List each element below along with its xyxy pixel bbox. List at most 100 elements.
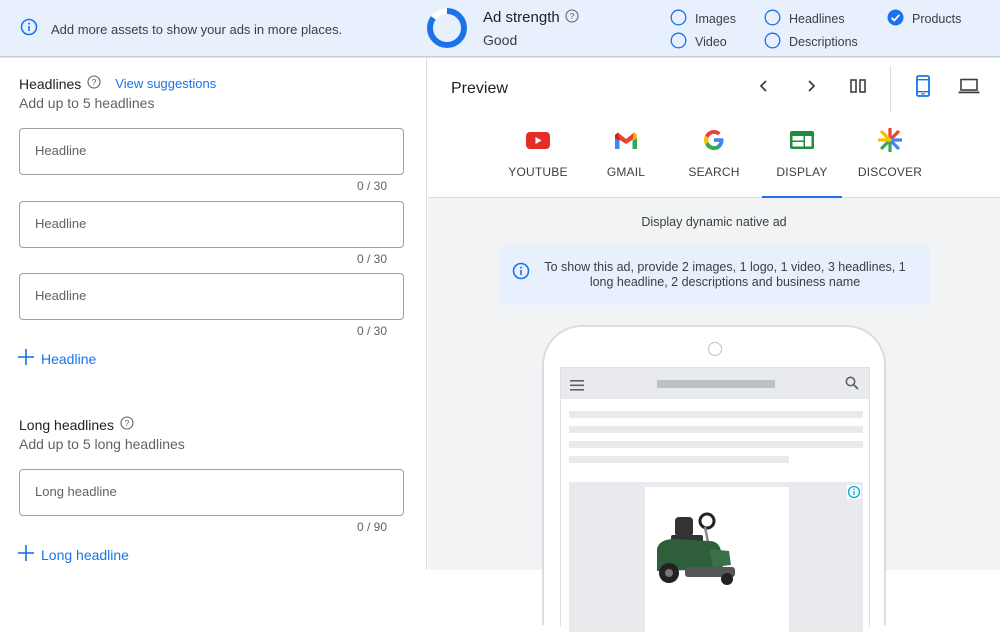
desktop-view-button[interactable] xyxy=(955,74,983,102)
svg-text:?: ? xyxy=(92,77,97,87)
headline-input[interactable] xyxy=(35,216,385,231)
add-headline-button[interactable]: Headline xyxy=(18,349,96,368)
next-button[interactable] xyxy=(797,74,825,102)
url-bar-placeholder xyxy=(657,380,775,388)
info-icon xyxy=(20,18,38,41)
mobile-view-button[interactable] xyxy=(909,74,937,102)
ad-strength-value: Good xyxy=(483,31,518,48)
help-icon[interactable]: ? xyxy=(120,416,134,433)
tab-label: SEARCH xyxy=(688,165,740,179)
tab-display[interactable]: DISPLAY xyxy=(758,120,846,198)
checked-circle-icon xyxy=(887,9,904,29)
checklist-item-images: Images xyxy=(670,9,736,29)
ad-strength-banner: Add more assets to show your ads in more… xyxy=(0,0,1000,57)
checklist-label: Products xyxy=(912,12,962,26)
phone-camera xyxy=(708,342,722,356)
tab-search[interactable]: SEARCH xyxy=(670,120,758,198)
unchecked-circle-icon xyxy=(764,32,781,52)
tab-gmail[interactable]: GMAIL xyxy=(582,120,670,198)
character-counter: 0 / 30 xyxy=(356,179,387,193)
content-placeholder-line xyxy=(569,441,863,448)
tab-youtube[interactable]: YOUTUBE xyxy=(494,120,582,198)
chevron-right-icon xyxy=(806,79,816,98)
ad-strength-title: Ad strength xyxy=(483,9,560,26)
info-message: Add more assets to show your ads in more… xyxy=(20,18,342,41)
toolbar-divider xyxy=(890,66,891,111)
tab-label: DISPLAY xyxy=(776,165,828,179)
add-long-headline-button[interactable]: Long headline xyxy=(18,545,129,564)
hamburger-menu-icon xyxy=(570,378,584,396)
checklist-label: Descriptions xyxy=(789,35,858,49)
checklist-item-headlines: Headlines xyxy=(764,9,845,29)
headline-input[interactable] xyxy=(35,288,385,303)
compare-view-button[interactable] xyxy=(844,74,872,102)
headline-input[interactable] xyxy=(35,143,385,158)
asset-checklist: Images Video Headlines Descriptions Prod… xyxy=(670,7,1000,51)
long-headlines-title: Long headlines xyxy=(19,416,114,433)
checklist-label: Images xyxy=(695,12,736,26)
info-message-text: Add more assets to show your ads in more… xyxy=(51,22,343,37)
svg-text:?: ? xyxy=(125,418,130,428)
checklist-label: Headlines xyxy=(789,12,845,26)
plus-icon xyxy=(18,545,34,564)
discover-icon xyxy=(878,128,902,152)
headline-field-1[interactable] xyxy=(19,128,404,175)
headline-field-2[interactable] xyxy=(19,201,404,248)
youtube-icon xyxy=(526,128,550,152)
laptop-icon xyxy=(958,78,980,99)
tab-label: DISCOVER xyxy=(857,165,923,179)
checklist-item-products: Products xyxy=(887,9,961,29)
unchecked-circle-icon xyxy=(764,9,781,29)
unchecked-circle-icon xyxy=(670,32,687,52)
tab-label: GMAIL xyxy=(606,165,646,179)
product-image xyxy=(645,487,789,632)
plus-icon xyxy=(18,349,34,368)
phone-icon xyxy=(916,74,930,102)
checklist-item-video: Video xyxy=(670,32,727,52)
preview-title: Preview xyxy=(451,80,508,97)
long-headline-input[interactable] xyxy=(35,484,385,499)
content-placeholder-line xyxy=(569,426,863,433)
gmail-icon xyxy=(615,128,637,152)
mobile-device-frame xyxy=(542,325,886,632)
long-headlines-subtitle: Add up to 5 long headlines xyxy=(19,436,185,452)
chevron-left-icon xyxy=(759,79,769,98)
content-placeholder-line xyxy=(569,456,789,463)
help-icon[interactable]: ? xyxy=(87,75,101,92)
view-suggestions-link[interactable]: View suggestions xyxy=(115,76,216,91)
native-ad-preview xyxy=(569,482,863,632)
headlines-title: Headlines xyxy=(19,75,82,92)
long-headlines-section-title: Long headlines ? xyxy=(19,416,134,433)
ad-choices-icon[interactable] xyxy=(847,485,861,504)
content-placeholder-line xyxy=(569,411,863,418)
ad-strength-ring xyxy=(427,8,467,48)
help-icon[interactable]: ? xyxy=(565,8,579,27)
add-long-headline-label: Long headline xyxy=(41,546,129,563)
character-counter: 0 / 30 xyxy=(356,252,387,266)
headlines-subtitle: Add up to 5 headlines xyxy=(19,95,155,111)
tab-discover[interactable]: DISCOVER xyxy=(846,120,934,198)
browser-bar xyxy=(561,368,869,399)
headlines-section-title: Headlines ? View suggestions xyxy=(19,75,216,92)
add-headline-label: Headline xyxy=(41,350,97,367)
tab-label: YOUTUBE xyxy=(508,165,568,179)
asset-editor-panel: Headlines ? View suggestions Add up to 5… xyxy=(0,58,427,570)
character-counter: 0 / 90 xyxy=(356,520,387,534)
checklist-label: Video xyxy=(695,35,727,49)
checklist-item-descriptions: Descriptions xyxy=(764,32,858,52)
columns-icon xyxy=(850,78,866,98)
search-icon xyxy=(845,376,859,395)
requirements-notice-text: To show this ad, provide 2 images, 1 log… xyxy=(544,260,906,289)
unchecked-circle-icon xyxy=(670,9,687,29)
riding-mower-image xyxy=(657,512,735,585)
previous-button[interactable] xyxy=(750,74,778,102)
ad-strength: Ad strength ? Good xyxy=(426,7,579,49)
long-headline-field-1[interactable] xyxy=(19,469,404,516)
character-counter: 0 / 30 xyxy=(356,324,387,338)
google-search-icon xyxy=(703,128,725,152)
preview-header: Preview YOUTUBE GMAIL SEARCH DISPLAY DIS… xyxy=(428,58,1000,198)
requirements-notice: To show this ad, provide 2 images, 1 log… xyxy=(500,245,930,305)
headline-field-3[interactable] xyxy=(19,273,404,320)
display-icon xyxy=(790,128,814,152)
preview-panel: Preview YOUTUBE GMAIL SEARCH DISPLAY DIS… xyxy=(428,58,1000,632)
